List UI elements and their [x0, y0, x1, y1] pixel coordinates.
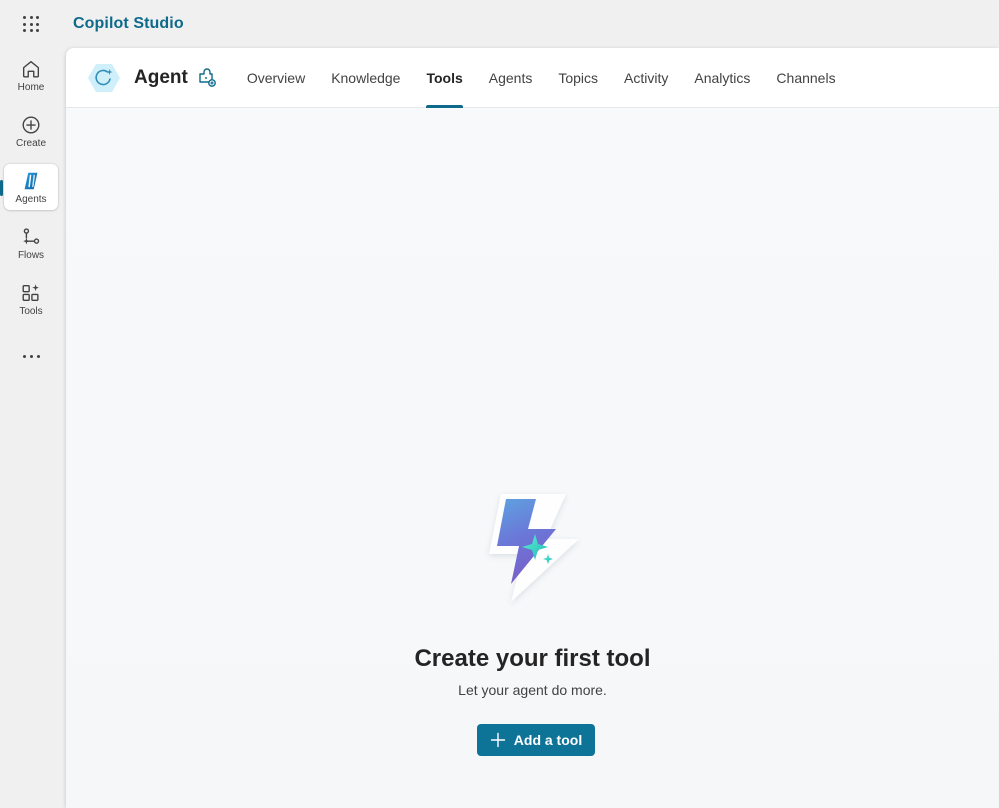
rail-item-create[interactable]: Create	[4, 108, 58, 154]
flows-icon	[23, 228, 40, 245]
tools-icon	[22, 284, 39, 302]
tools-empty-state: Create your first tool Let your agent do…	[66, 109, 999, 808]
add-tool-label: Add a tool	[513, 732, 583, 748]
tab-overview[interactable]: Overview	[234, 48, 318, 108]
tab-tools[interactable]: Tools	[413, 48, 475, 108]
agent-header: Agent Overview Knowledge Tools Agents To…	[66, 48, 999, 108]
rail-item-home[interactable]: Home	[4, 52, 58, 98]
more-horizontal-icon	[22, 354, 26, 358]
lightning-sparkle-icon	[471, 484, 596, 609]
rail-item-tools[interactable]: Tools	[4, 276, 58, 322]
rail-item-flows[interactable]: Flows	[4, 220, 58, 266]
waffle-icon	[23, 16, 39, 32]
app-title[interactable]: Copilot Studio	[73, 15, 184, 33]
tab-agents[interactable]: Agents	[476, 48, 546, 108]
main-panel: Agent Overview Knowledge Tools Agents To…	[66, 48, 999, 808]
tab-topics[interactable]: Topics	[545, 48, 611, 108]
rail-item-label: Tools	[19, 306, 43, 317]
agent-hexagon-icon[interactable]	[86, 60, 122, 96]
home-icon	[22, 60, 40, 78]
agent-name: Agent	[134, 66, 188, 88]
tab-activity[interactable]: Activity	[611, 48, 681, 108]
active-indicator	[0, 180, 3, 196]
tab-analytics[interactable]: Analytics	[681, 48, 763, 108]
agent-tabs: Overview Knowledge Tools Agents Topics A…	[234, 48, 849, 108]
rail-item-agents[interactable]: Agents	[4, 164, 58, 210]
plus-circle-icon	[22, 116, 40, 134]
empty-state-subtitle: Let your agent do more.	[458, 682, 607, 698]
agents-icon	[24, 172, 38, 190]
rail-item-label: Agents	[15, 194, 47, 205]
plus-icon	[490, 732, 505, 748]
add-tool-button[interactable]: Add a tool	[477, 724, 595, 756]
more-button[interactable]	[4, 344, 58, 368]
rail-item-label: Create	[15, 138, 46, 149]
rail-item-label: Home	[17, 82, 45, 93]
tab-channels[interactable]: Channels	[763, 48, 848, 108]
top-app-bar: Copilot Studio	[0, 0, 999, 48]
agent-settings-icon[interactable]	[197, 67, 217, 88]
left-nav-rail: Home Create Agents Flows Tools	[0, 48, 62, 808]
rail-item-label: Flows	[17, 250, 45, 261]
empty-state-title: Create your first tool	[414, 645, 651, 672]
tab-knowledge[interactable]: Knowledge	[318, 48, 413, 108]
app-launcher-button[interactable]	[0, 0, 62, 48]
